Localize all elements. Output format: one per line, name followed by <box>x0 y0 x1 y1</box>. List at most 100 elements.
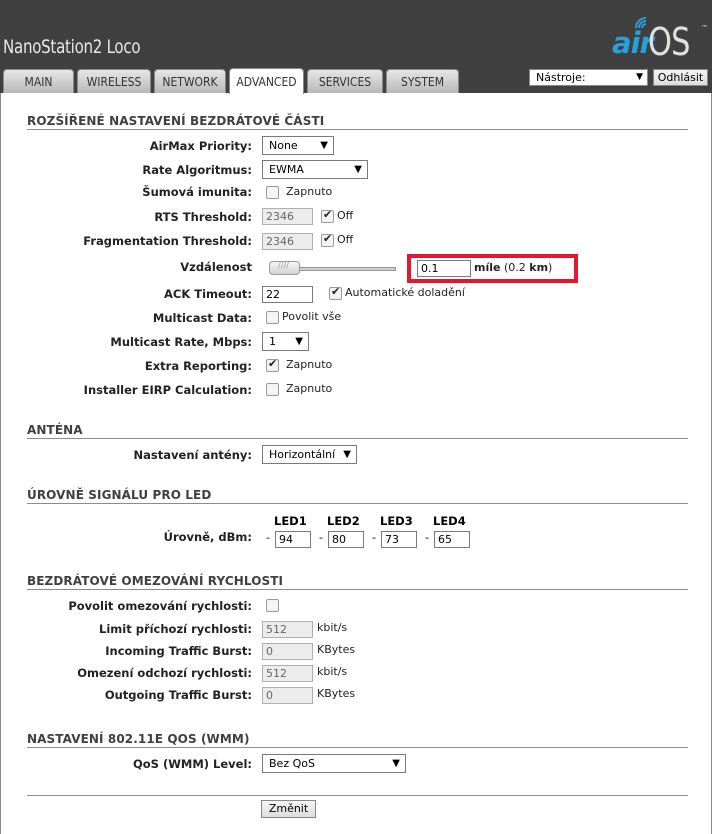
led4-input[interactable]: 65 <box>434 531 470 548</box>
multicast-rate-select[interactable]: 1 ▼ <box>262 332 309 351</box>
rts-threshold-input[interactable]: 2346 <box>262 208 313 225</box>
led-levels-label: Úrovně, dBm: <box>163 530 252 544</box>
led1-input[interactable]: 94 <box>275 531 311 548</box>
installer-eirp-checkbox[interactable] <box>266 383 279 396</box>
ack-timeout-label: ACK Timeout: <box>163 287 252 301</box>
antenna-setting-select[interactable]: Horizontální ▼ <box>262 445 357 464</box>
airmax-priority-value: None <box>269 139 298 152</box>
section-title-traffic-shaping: BEZDRÁTOVÉ OMEZOVÁNÍ RYCHLOSTI <box>27 574 284 588</box>
tab-services[interactable]: SERVICES <box>307 69 383 93</box>
dropdown-arrow-icon: ▼ <box>295 336 303 347</box>
incoming-burst-unit: KBytes <box>317 643 356 656</box>
submit-button[interactable]: Změnit <box>261 800 316 818</box>
ack-auto-checkbox[interactable] <box>329 285 342 300</box>
section-divider <box>27 589 688 590</box>
shaping-enable-checkbox[interactable] <box>266 599 279 612</box>
multicast-data-text: Povolit vše <box>282 310 342 323</box>
distance-input[interactable]: 0.1 <box>417 260 471 277</box>
shaping-enable-label: Povolit omezování rychlosti: <box>68 599 252 613</box>
logo-air: air <box>612 26 654 60</box>
outgoing-burst-unit: KBytes <box>317 687 356 700</box>
led3-header: LED3 <box>380 514 413 528</box>
noise-immunity-checkbox[interactable] <box>266 186 279 199</box>
outgoing-limit-label: Omezení odchozí rychlosti: <box>77 666 252 680</box>
section-title-antenna: ANTÉNA <box>27 423 83 437</box>
led1-dash: - <box>266 531 270 544</box>
qos-level-label: QoS (WMM) Level: <box>132 757 252 771</box>
airos-logo: air OS ™ <box>604 17 708 64</box>
tools-dropdown-value: Nástroje: <box>536 71 586 84</box>
led4-dash: - <box>425 531 429 544</box>
rate-algorithm-value: EWMA <box>269 163 304 176</box>
logo-tm: ™ <box>701 24 708 32</box>
section-divider <box>27 503 688 504</box>
rts-threshold-label: RTS Threshold: <box>154 210 252 224</box>
ack-auto-text: Automatické doladění <box>345 286 465 299</box>
distance-highlight-box: 0.1 míle (0.2 km) <box>407 254 578 283</box>
airmax-priority-select[interactable]: None ▼ <box>262 136 334 155</box>
dropdown-arrow-icon: ▼ <box>343 449 351 460</box>
antenna-setting-label: Nastavení antény: <box>133 448 252 462</box>
incoming-burst-input[interactable]: 0 <box>262 643 313 660</box>
noise-immunity-text: Zapnuto <box>286 185 333 198</box>
incoming-burst-label: Incoming Traffic Burst: <box>105 644 252 658</box>
airmax-priority-label: AirMax Priority: <box>149 139 252 153</box>
led2-dash: - <box>319 531 323 544</box>
extra-reporting-label: Extra Reporting: <box>144 359 252 373</box>
header-bar: NanoStation2 Loco air OS ™ MAIN WIRELESS… <box>0 0 712 94</box>
logout-button[interactable]: Odhlásit <box>653 69 708 86</box>
incoming-limit-input[interactable]: 512 <box>262 621 313 638</box>
outgoing-burst-label: Outgoing Traffic Burst: <box>104 688 252 702</box>
fragmentation-threshold-label: Fragmentation Threshold: <box>83 234 252 248</box>
extra-reporting-checkbox[interactable] <box>266 357 279 372</box>
led2-header: LED2 <box>327 514 360 528</box>
section-divider <box>27 438 688 439</box>
installer-eirp-text: Zapnuto <box>286 382 333 395</box>
outgoing-limit-unit: kbit/s <box>317 665 348 678</box>
tab-advanced[interactable]: ADVANCED <box>229 68 304 94</box>
multicast-rate-label: Multicast Rate, Mbps: <box>110 335 252 349</box>
tools-dropdown[interactable]: Nástroje: ▼ <box>529 69 648 86</box>
main-tabs: MAIN WIRELESS NETWORK ADVANCED SERVICES … <box>3 68 462 94</box>
led3-input[interactable]: 73 <box>381 531 417 548</box>
dropdown-arrow-icon: ▼ <box>354 164 362 175</box>
section-divider <box>27 129 688 130</box>
section-divider <box>27 747 688 748</box>
distance-km-unit: km <box>529 261 549 274</box>
qos-level-select[interactable]: Bez QoS ▼ <box>262 754 406 773</box>
advanced-settings-form: ROZŠÍŘENÉ NASTAVENÍ BEZDRÁTOVÉ ČÁSTI Air… <box>0 93 712 834</box>
distance-unit-text: míle (0.2 km) <box>474 261 552 274</box>
extra-reporting-text: Zapnuto <box>286 358 333 371</box>
fragmentation-threshold-input[interactable]: 2346 <box>262 233 313 250</box>
incoming-limit-label: Limit příchozí rychlosti: <box>99 622 252 636</box>
tab-main[interactable]: MAIN <box>3 69 74 93</box>
multicast-data-checkbox[interactable] <box>266 311 279 324</box>
led2-input[interactable]: 80 <box>328 531 364 548</box>
fragmentation-off-checkbox[interactable] <box>321 232 334 247</box>
rts-off-checkbox[interactable] <box>321 208 334 223</box>
dropdown-arrow-icon: ▼ <box>636 72 643 82</box>
distance-km-close: ) <box>548 261 553 274</box>
distance-km-open: (0.2 <box>503 261 530 274</box>
multicast-data-label: Multicast Data: <box>152 311 252 325</box>
rate-algorithm-select[interactable]: EWMA ▼ <box>262 160 368 179</box>
outgoing-limit-input[interactable]: 512 <box>262 665 313 682</box>
distance-label: Vzdálenost <box>180 260 252 274</box>
section-title-qos: NASTAVENÍ 802.11E QOS (WMM) <box>27 732 250 746</box>
qos-level-value: Bez QoS <box>269 757 315 770</box>
section-title-wireless-advanced: ROZŠÍŘENÉ NASTAVENÍ BEZDRÁTOVÉ ČÁSTI <box>27 114 325 128</box>
rate-algorithm-label: Rate Algoritmus: <box>142 163 252 177</box>
tab-wireless[interactable]: WIRELESS <box>77 69 151 93</box>
antenna-setting-value: Horizontální <box>269 448 336 461</box>
ack-timeout-input[interactable]: 22 <box>262 286 313 303</box>
led3-dash: - <box>372 531 376 544</box>
section-title-led: ÚROVNĚ SIGNÁLU PRO LED <box>27 488 212 502</box>
form-bottom-divider <box>27 795 688 796</box>
fragmentation-off-text: Off <box>337 233 354 246</box>
device-name: NanoStation2 Loco <box>3 36 141 58</box>
noise-immunity-label: Šumová imunita: <box>142 185 252 199</box>
outgoing-burst-input[interactable]: 0 <box>262 687 313 704</box>
tab-system[interactable]: SYSTEM <box>386 69 459 93</box>
distance-slider-thumb[interactable] <box>269 261 300 275</box>
tab-network[interactable]: NETWORK <box>154 69 226 93</box>
